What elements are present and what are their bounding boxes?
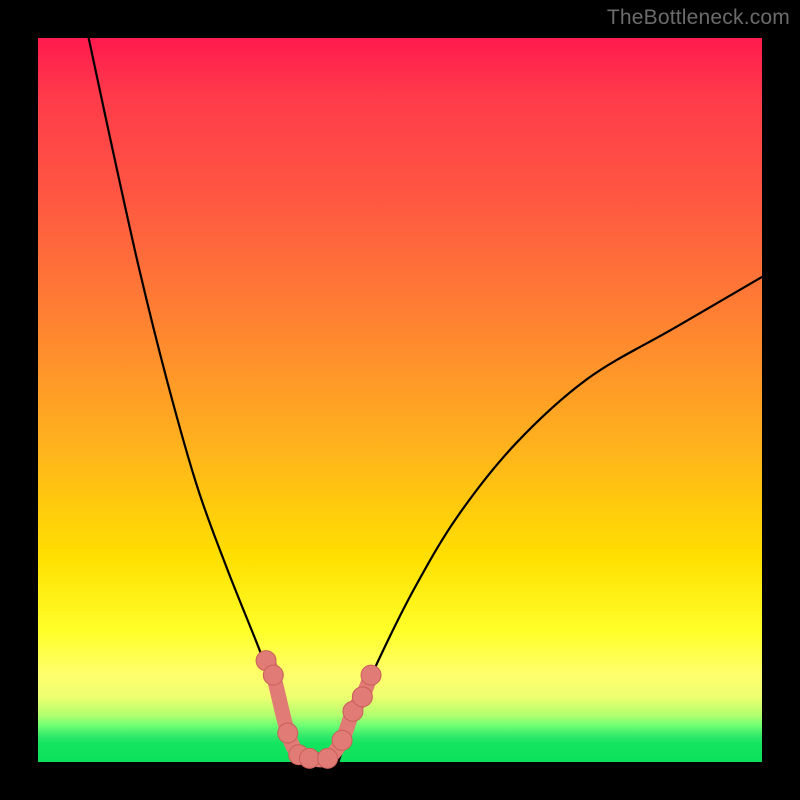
marker-dot: [361, 665, 381, 685]
plot-area: [38, 38, 762, 762]
curve-right-branch: [338, 277, 762, 762]
marker-dot: [332, 730, 352, 750]
marker-dot: [278, 723, 298, 743]
marker-dot: [263, 665, 283, 685]
curve-layer: [38, 38, 762, 762]
marker-dot: [300, 748, 320, 768]
chart-frame: TheBottleneck.com: [0, 0, 800, 800]
marker-dot: [352, 687, 372, 707]
watermark-text: TheBottleneck.com: [607, 6, 790, 30]
marker-dot: [318, 748, 338, 768]
